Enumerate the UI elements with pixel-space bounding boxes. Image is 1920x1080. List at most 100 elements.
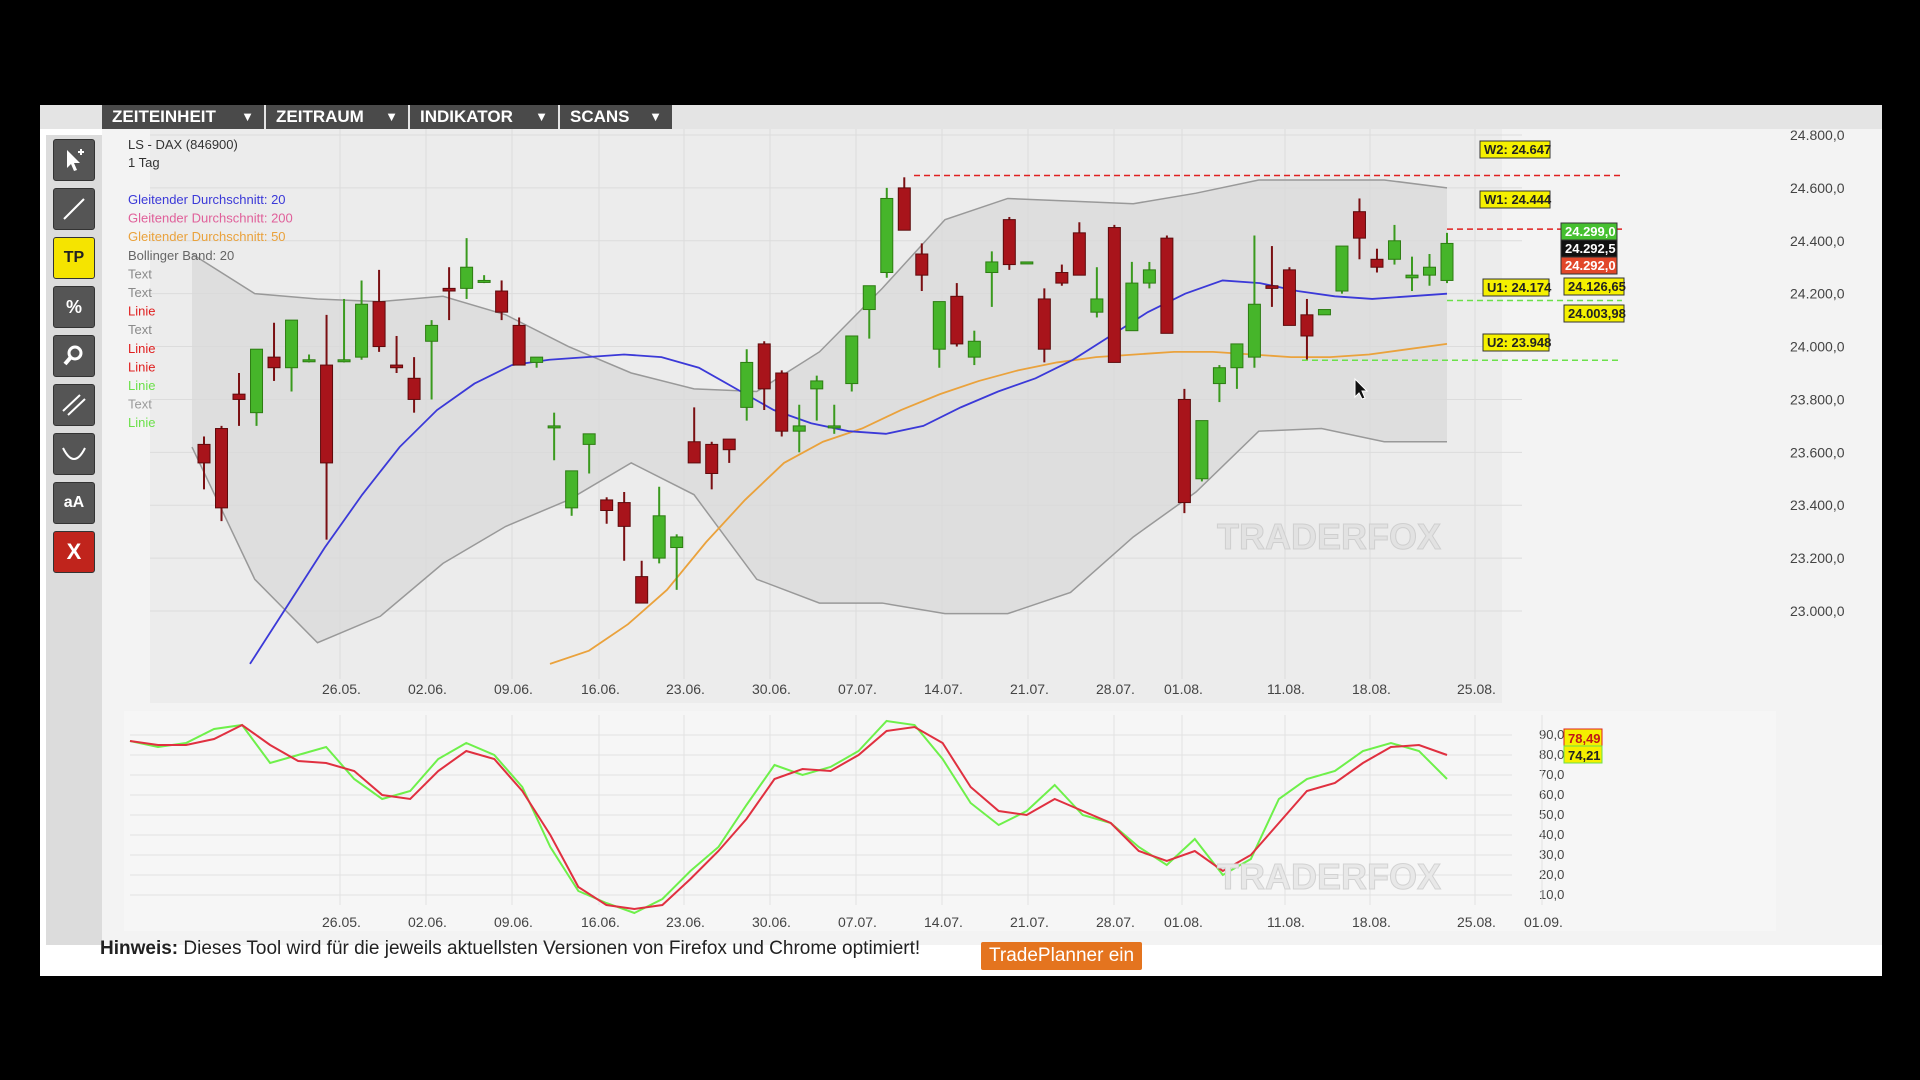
chart-canvas[interactable]: 23.000,0 23.200,0 23.400,0 23.600,0 23.800,0… bbox=[102, 129, 1882, 945]
candle-body bbox=[565, 470, 579, 509]
osc-x-tick-label: 30.06. bbox=[752, 914, 791, 930]
legend-item: Linie bbox=[128, 359, 155, 374]
candle-body bbox=[757, 343, 771, 390]
candle-body bbox=[827, 425, 841, 429]
candle-body bbox=[687, 441, 701, 464]
ma50-value-label: 24.003,98 bbox=[1568, 306, 1626, 321]
y-tick-label: 24.400,0 bbox=[1790, 233, 1845, 249]
x-tick-label: 16.06. bbox=[581, 681, 620, 697]
chevron-down-icon: ▼ bbox=[535, 109, 548, 124]
x-tick-label: 18.08. bbox=[1352, 681, 1391, 697]
curve-tool-button[interactable] bbox=[53, 433, 95, 475]
osc-x-tick-label: 28.07. bbox=[1096, 914, 1135, 930]
osc-y-tick-label: 70,0 bbox=[1539, 767, 1564, 782]
candle-body bbox=[442, 287, 456, 292]
drawing-toolbar: TP % aA X bbox=[46, 135, 102, 945]
notice-label: Hinweis: bbox=[100, 938, 179, 959]
menu-zeitraum[interactable]: ZEITRAUM ▼ bbox=[266, 105, 408, 129]
pointer-tool-icon bbox=[67, 149, 84, 171]
legend-item: Gleitender Durchschnitt: 200 bbox=[128, 211, 293, 226]
candle-body bbox=[1142, 269, 1156, 284]
candle-body bbox=[652, 515, 666, 559]
line-tool-icon bbox=[63, 198, 85, 220]
y-tick-label: 23.200,0 bbox=[1790, 550, 1845, 566]
osc-x-tick-label: 21.07. bbox=[1010, 914, 1049, 930]
osc-y-tick-label: 90,0 bbox=[1539, 727, 1564, 742]
u2-label: U2: 23.948 bbox=[1487, 335, 1551, 350]
candle-body bbox=[862, 285, 876, 311]
percent-tool-icon: % bbox=[65, 296, 82, 317]
candle-body bbox=[950, 295, 964, 345]
menu-label: SCANS bbox=[570, 107, 630, 126]
close-icon: X bbox=[66, 539, 82, 564]
candle-body bbox=[355, 303, 369, 358]
candle-body bbox=[1212, 367, 1226, 385]
osc-y-tick-label: 40,0 bbox=[1539, 827, 1564, 842]
candle-body bbox=[250, 348, 264, 414]
candle-body bbox=[302, 359, 316, 363]
chart-area[interactable]: 23.000,0 23.200,0 23.400,0 23.600,0 23.800,0… bbox=[102, 129, 1882, 945]
x-tick-label: 11.08. bbox=[1267, 681, 1305, 697]
delete-tool-button[interactable]: X bbox=[53, 531, 95, 573]
candle-body bbox=[215, 428, 229, 509]
candle-body bbox=[1422, 266, 1436, 276]
menu-scans[interactable]: SCANS ▼ bbox=[560, 105, 672, 129]
x-tick-label: 25.08. bbox=[1457, 681, 1496, 697]
candle-body bbox=[1107, 227, 1121, 363]
ma20-value-label: 24.126,65 bbox=[1568, 279, 1626, 294]
line-tool-button[interactable] bbox=[53, 188, 95, 230]
x-tick-label: 28.07. bbox=[1096, 681, 1135, 697]
tradeplanner-button[interactable]: TradePlanner ein bbox=[981, 942, 1143, 970]
x-tick-label: 21.07. bbox=[1010, 681, 1049, 697]
candle-body bbox=[1160, 237, 1174, 334]
tp-button[interactable]: TP bbox=[53, 237, 95, 279]
candle-body bbox=[1317, 309, 1331, 316]
candle-body bbox=[1072, 232, 1086, 276]
y-tick-label: 23.400,0 bbox=[1790, 497, 1845, 513]
osc-x-tick-label: 25.08. bbox=[1457, 914, 1496, 930]
candle-body bbox=[1265, 285, 1279, 289]
pointer-tool-button[interactable] bbox=[53, 139, 95, 181]
text-size-tool-button[interactable]: aA bbox=[53, 482, 95, 524]
osc-x-tick-label: 01.08. bbox=[1164, 914, 1203, 930]
curve-tool-icon bbox=[62, 447, 86, 460]
osc-y-tick-label: 30,0 bbox=[1539, 847, 1564, 862]
percent-tool-button[interactable]: % bbox=[53, 286, 95, 328]
legend-item: Text bbox=[128, 322, 152, 337]
candle-body bbox=[1282, 269, 1296, 326]
candle-body bbox=[285, 319, 299, 369]
osc-x-tick-label: 11.08. bbox=[1267, 914, 1305, 930]
osc-y-tick-label: 50,0 bbox=[1539, 807, 1564, 822]
legend-item: Gleitender Durchschnitt: 20 bbox=[128, 192, 286, 207]
y-tick-label: 23.600,0 bbox=[1790, 444, 1845, 460]
candle-body bbox=[460, 266, 474, 289]
candle-body bbox=[1020, 261, 1034, 265]
candle-body bbox=[425, 324, 439, 342]
w2-label: W2: 24.647 bbox=[1484, 142, 1551, 157]
chevron-down-icon: ▼ bbox=[385, 109, 398, 124]
y-tick-label: 23.800,0 bbox=[1790, 391, 1845, 407]
menu-zeiteinheit[interactable]: ZEITEINHEIT ▼ bbox=[102, 105, 264, 129]
candle-body bbox=[1247, 303, 1261, 358]
y-tick-label: 24.800,0 bbox=[1790, 129, 1845, 143]
x-tick-label: 23.06. bbox=[666, 681, 705, 697]
osc-y-tick-label: 20,0 bbox=[1539, 867, 1564, 882]
y-tick-label: 24.600,0 bbox=[1790, 180, 1845, 196]
legend-item: Linie bbox=[128, 304, 155, 319]
zoom-tool-button[interactable] bbox=[53, 335, 95, 377]
parallel-lines-tool-button[interactable] bbox=[53, 384, 95, 426]
candle-body bbox=[600, 499, 614, 512]
notice-text: Dieses Tool wird für die jeweils aktuell… bbox=[178, 938, 921, 959]
candle-body bbox=[547, 425, 561, 429]
x-tick-label: 14.07. bbox=[924, 681, 963, 697]
osc-y-tick-label: 10,0 bbox=[1539, 887, 1564, 902]
menu-indikator[interactable]: INDIKATOR ▼ bbox=[410, 105, 558, 129]
x-tick-label: 02.06. bbox=[408, 681, 447, 697]
candle-body bbox=[197, 443, 211, 464]
legend-item: Text bbox=[128, 285, 152, 300]
candle-body bbox=[372, 301, 386, 348]
candle-body bbox=[407, 377, 421, 400]
chart-title: LS - DAX (846900) bbox=[128, 137, 238, 152]
x-tick-label: 30.06. bbox=[752, 681, 791, 697]
osc-x-tick-label: 14.07. bbox=[924, 914, 963, 930]
